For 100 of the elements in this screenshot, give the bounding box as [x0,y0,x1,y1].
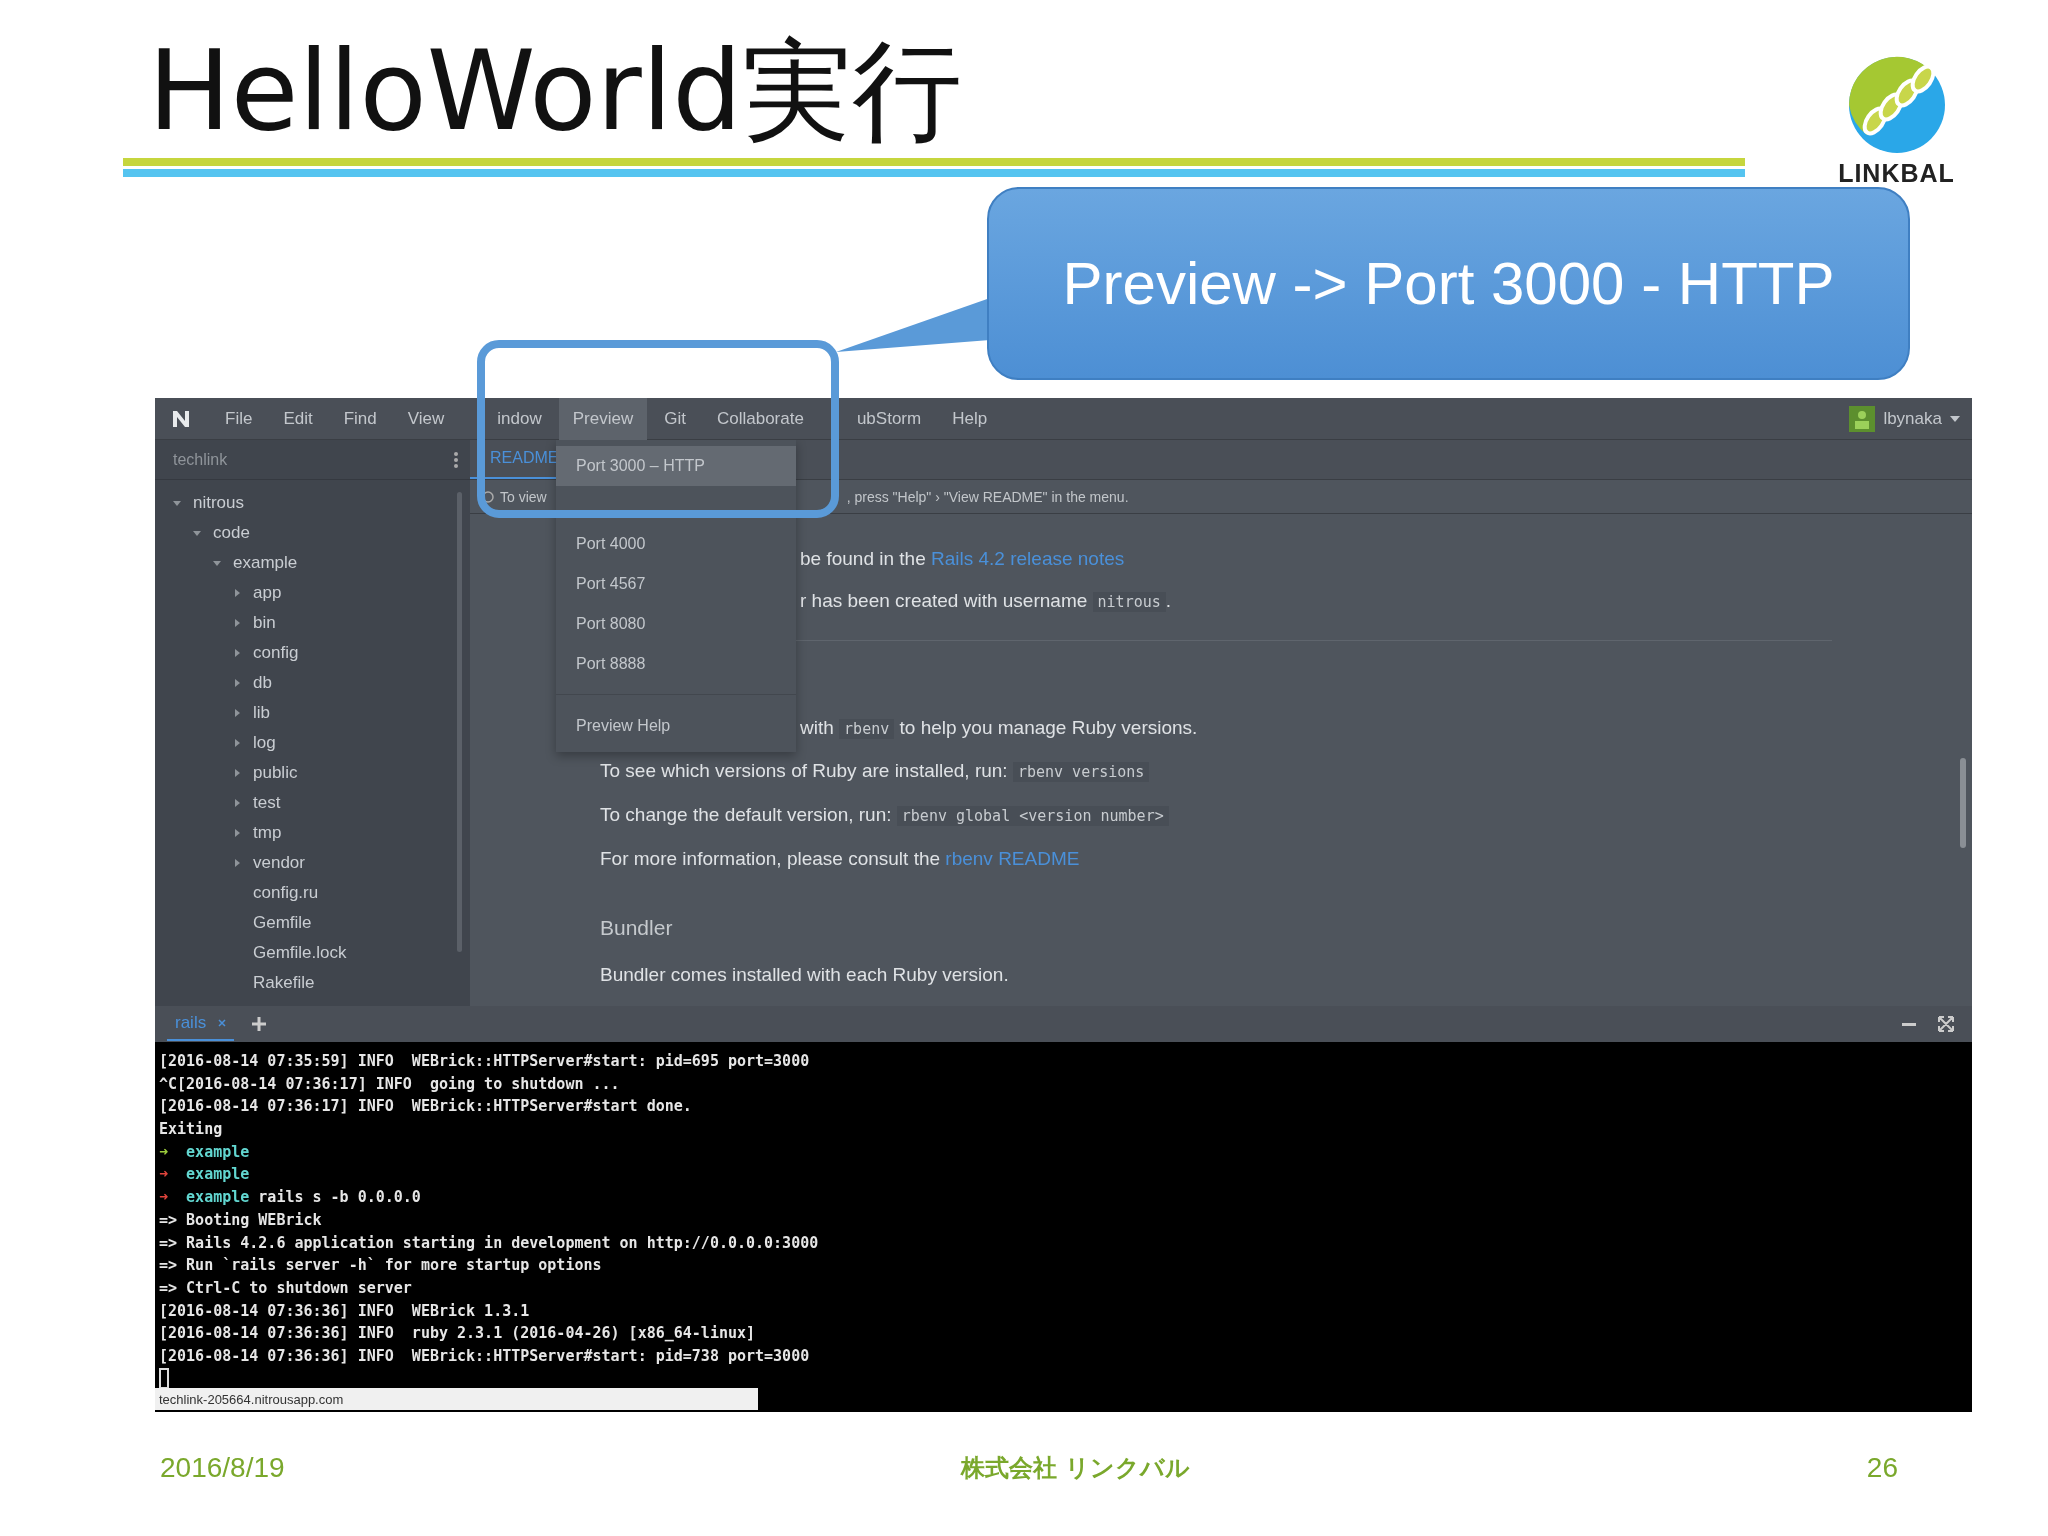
folder-row[interactable]: public [155,758,470,788]
status-url: techlink-205664.nitrousapp.com [155,1388,758,1410]
caret-down-icon [1950,415,1960,422]
more-icon[interactable] [454,451,458,468]
folder-name: tmp [253,823,282,843]
folder-row[interactable]: app [155,578,470,608]
readme-text: For more information, please consult the rbenv README [600,847,1081,871]
menu-item[interactable]: View [393,397,459,440]
folder-row[interactable]: bin [155,608,470,638]
folder-row[interactable]: log [155,728,470,758]
folder-name: public [253,763,298,783]
readme-text: To change the default version, run: rbenv global <version number> [600,793,1972,837]
terminal-line: [2016-08-14 07:36:36] INFO WEBrick 1.3.1 [159,1300,531,1322]
company-name: 株式会社 リンクバル [959,1453,1192,1484]
folder-row[interactable]: config [155,638,470,668]
folder-name: lib [253,703,270,723]
terminal-line: Exiting [159,1119,224,1141]
terminal-line: => Rails 4.2.6 application starting in development on http://0.0.0.0:3000 [159,1232,820,1254]
caret-down-icon [173,499,181,507]
terminal-line: ^C[2016-08-14 07:36:17] INFO going to shutdown ... [159,1073,621,1095]
folder-row[interactable]: db [155,668,470,698]
terminal-line: => Run `rails server -h` for more startup options [159,1255,603,1277]
inline-code: rbenv global <version number> [896,806,1169,826]
terminal-line: => Ctrl-C to shutdown server [159,1277,413,1299]
caret-down-icon [193,529,201,537]
folder-row[interactable]: code [155,518,470,548]
caret-right-icon [233,619,241,627]
terminal-line: [2016-08-14 07:35:59] INFO WEBrick::HTTPServer#start: pid=695 port=3000 [159,1051,811,1072]
project-name: techlink [173,450,228,469]
minimize-icon[interactable] [1902,1022,1916,1026]
app-logo-icon [173,410,191,427]
caret-right-icon [233,859,241,867]
menu-item[interactable]: Help [938,397,1002,440]
folder-name: config [253,643,299,663]
folder-name: example [233,553,298,573]
folder-name: db [253,673,272,693]
menu-item[interactable]: Find [329,397,391,440]
menu-item[interactable]: indow [461,397,556,440]
folder-name: code [213,523,250,543]
menu-item[interactable]: Edit [269,397,327,440]
folder-name: nitrous [193,493,245,513]
section-heading: Bundler [600,915,674,941]
menu-option[interactable]: Port 8080 [556,604,796,644]
caret-right-icon [233,769,241,777]
menu-option[interactable]: Port 8888 [556,644,796,684]
caret-right-icon [233,589,241,597]
menu-option[interactable]: Preview Help [556,705,796,747]
file-name: Gemfile [253,913,312,933]
menu-option[interactable]: Port 3000 – HTTP [556,446,796,486]
caret-right-icon [233,679,241,687]
readme-text: To see which versions of Ruby are installed, run: rbenv versions [600,749,1972,793]
file-row[interactable]: config.ru [155,878,470,908]
terminal-line: [2016-08-14 07:36:36] INFO WEBrick::HTTPServer#start: pid=738 port=3000 [159,1345,811,1367]
caret-right-icon [233,739,241,747]
file-name: config.ru [253,883,319,903]
file-row[interactable]: Rakefile [155,968,470,998]
slide-date: 2016/8/19 [160,1452,285,1484]
info-text: To view [500,488,547,505]
folder-row[interactable]: lib [155,698,470,728]
slide-title: HelloWorld実行 [147,26,964,157]
file-name: Rakefile [253,973,315,993]
logo-text: LINKBAL [1838,159,1955,188]
inline-code: rbenv [839,719,895,739]
folder-name: bin [253,613,276,633]
caret-right-icon [233,709,241,717]
folder-row[interactable]: example [155,548,470,578]
caret-down-icon [213,559,221,567]
plus-icon[interactable] [252,1017,267,1031]
terminal-line: [2016-08-14 07:36:36] INFO ruby 2.3.1 (2016-04-26) [x86_64-linux] [159,1323,757,1345]
page-number: 26 [1866,1452,1898,1484]
menu-item[interactable]: Preview [558,397,648,440]
folder-row[interactable]: test [155,788,470,818]
menu-item[interactable]: File [211,397,267,440]
menu-item[interactable]: Collaborate [702,397,818,440]
caret-right-icon [233,829,241,837]
terminal-line: ➜ example rails s -b 0.0.0.0 [159,1187,422,1209]
user-name[interactable]: lbynaka [1883,408,1942,429]
terminal-line: => Booting WEBrick [159,1209,323,1231]
info-icon [482,490,494,503]
close-icon[interactable] [218,1019,227,1027]
inline-code: rbenv versions [1012,762,1150,782]
menu-option[interactable]: Port 4000 [556,524,796,564]
info-text: , press "Help" › "View README" in the menu. [846,488,1129,505]
callout: Preview -> Port 3000 - HTTP [987,187,1910,380]
terminal-line: ➜ example [159,1141,251,1163]
caret-right-icon [233,799,241,807]
menu-item[interactable]: ubStorm [820,397,936,440]
caret-right-icon [233,649,241,657]
folder-row[interactable]: nitrous [155,488,470,518]
expand-icon[interactable] [1938,1016,1954,1032]
menu-item[interactable]: Git [650,397,700,440]
folder-name: test [253,793,281,813]
folder-row[interactable]: tmp [155,818,470,848]
file-row[interactable]: Gemfile.lock [155,938,470,968]
folder-row[interactable]: vendor [155,848,470,878]
menu-option[interactable]: Port 4567 [556,564,796,604]
avatar-icon [1849,405,1876,432]
readme-text: Bundler comes installed with each Ruby version. [600,963,1010,987]
terminal-line: [2016-08-14 07:36:17] INFO WEBrick::HTTPServer#start done. [159,1096,693,1118]
file-row[interactable]: Gemfile [155,908,470,938]
